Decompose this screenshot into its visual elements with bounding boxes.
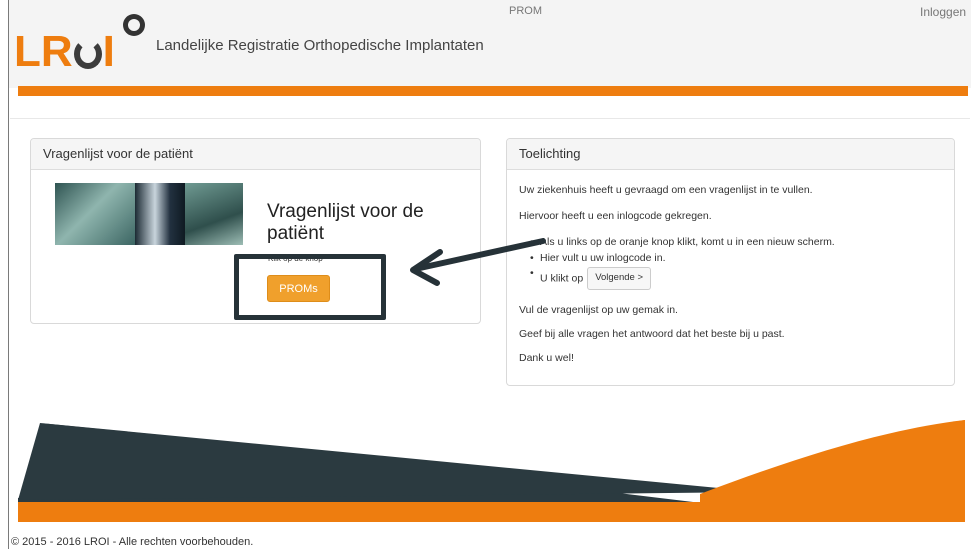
footer-graphic (18, 420, 965, 522)
copyright: © 2015 - 2016 LROI - Alle rechten voorbe… (11, 536, 254, 548)
